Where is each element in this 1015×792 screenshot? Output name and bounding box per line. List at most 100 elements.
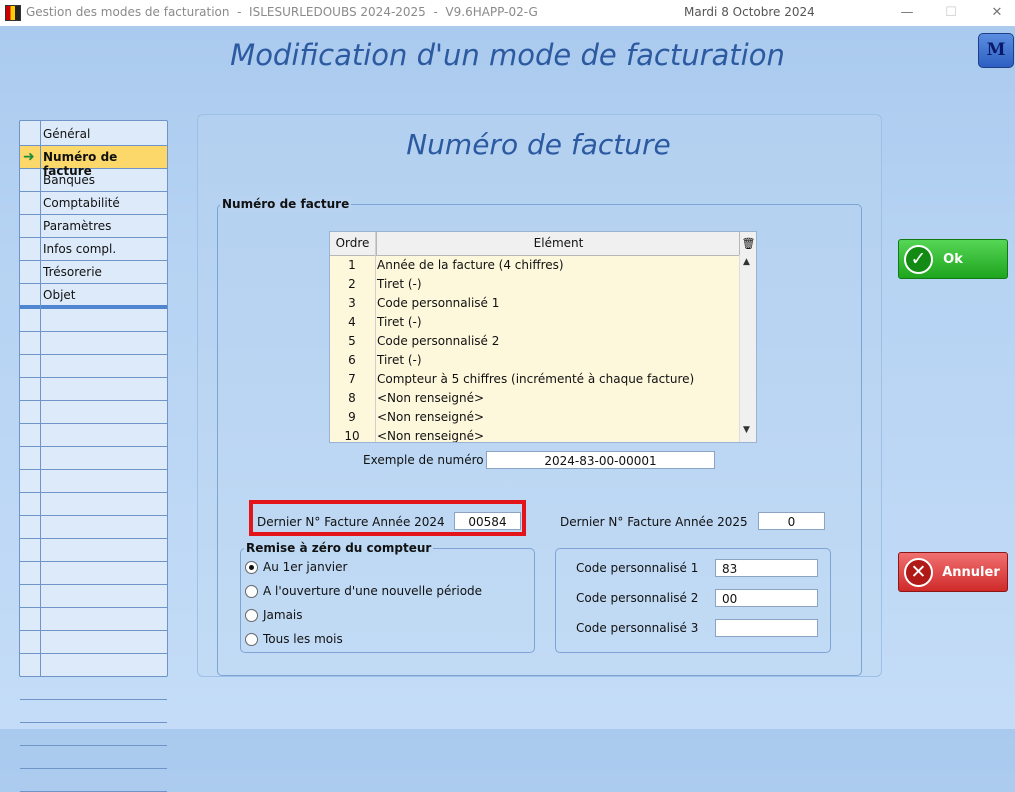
- code2-label: Code personnalisé 2: [576, 591, 699, 605]
- trash-icon[interactable]: 🗑: [739, 232, 756, 256]
- sidebar-item-label: Comptabilité: [43, 196, 120, 210]
- m-logo-badge[interactable]: M: [978, 33, 1014, 68]
- row-element: Année de la facture (4 chiffres): [377, 258, 564, 272]
- radio-nouvelle-periode[interactable]: [245, 585, 258, 598]
- sidebar-empty-row: [20, 516, 167, 539]
- sidebar: Général ➜ Numéro de facture Banques Comp…: [19, 120, 168, 792]
- sidebar-empty-row: [20, 700, 167, 723]
- maximize-button[interactable]: ☐: [938, 3, 964, 23]
- sidebar-empty-row: [20, 608, 167, 631]
- sidebar-empty-row: [20, 677, 167, 700]
- sidebar-empty-row: [20, 332, 167, 355]
- row-ordre: 6: [348, 353, 356, 367]
- column-header-element[interactable]: Elément: [376, 232, 740, 256]
- row-ordre: 7: [348, 372, 356, 386]
- scroll-up-icon[interactable]: ▲: [743, 257, 750, 267]
- ok-button[interactable]: ✓ Ok: [898, 239, 1008, 279]
- row-element: Tiret (-): [377, 315, 422, 329]
- sidebar-empty-row: [20, 654, 167, 677]
- example-field: 2024-83-00-00001: [486, 451, 715, 469]
- row-element: Compteur à 5 chiffres (incrémenté à chaq…: [377, 372, 695, 386]
- sidebar-item-objet[interactable]: Objet: [20, 284, 167, 307]
- sidebar-empty-row: [20, 723, 167, 746]
- window-title: Gestion des modes de facturation - ISLES…: [26, 5, 538, 19]
- code1-field[interactable]: 83: [715, 559, 818, 577]
- sidebar-empty-row: [20, 424, 167, 447]
- page-title: Modification d'un mode de facturation: [230, 38, 785, 72]
- radio-label[interactable]: Au 1er janvier: [263, 560, 347, 574]
- code2-field[interactable]: 00: [715, 589, 818, 607]
- sidebar-empty-row: [20, 585, 167, 608]
- sidebar-item-parametres[interactable]: Paramètres: [20, 215, 167, 238]
- row-element: Tiret (-): [377, 277, 422, 291]
- sidebar-item-label: Banques: [43, 173, 96, 187]
- last-invoice-2024-label: Dernier N° Facture Année 2024: [257, 515, 445, 529]
- sidebar-empty-row: [20, 769, 167, 792]
- radio-tous-les-mois[interactable]: [245, 633, 258, 646]
- sidebar-item-label: Trésorerie: [43, 265, 102, 279]
- sidebar-item-comptabilite[interactable]: Comptabilité: [20, 192, 167, 215]
- row-ordre: 2: [348, 277, 356, 291]
- radio-label[interactable]: Tous les mois: [263, 632, 343, 646]
- sidebar-empty-row: [20, 562, 167, 585]
- sidebar-empty-row: [20, 401, 167, 424]
- row-element: Code personnalisé 2: [377, 334, 500, 348]
- app-icon: [5, 5, 21, 21]
- row-element: Tiret (-): [377, 353, 422, 367]
- row-element: <Non renseigné>: [377, 429, 485, 443]
- window-titlebar: Gestion des modes de facturation - ISLES…: [0, 0, 1015, 26]
- group-title: Numéro de facture: [220, 197, 352, 211]
- last-invoice-2025-field[interactable]: 0: [758, 512, 825, 530]
- table-row[interactable]: 9 <Non renseigné>: [330, 408, 739, 428]
- sidebar-empty-row: [20, 539, 167, 562]
- sidebar-item-infos-compl[interactable]: Infos compl.: [20, 238, 167, 261]
- table-row[interactable]: 6 Tiret (-): [330, 351, 739, 371]
- radio-jamais[interactable]: [245, 609, 258, 622]
- table-row[interactable]: 1 Année de la facture (4 chiffres): [330, 256, 739, 276]
- radio-label[interactable]: A l'ouverture d'une nouvelle période: [263, 584, 482, 598]
- row-element: Code personnalisé 1: [377, 296, 500, 310]
- sidebar-item-banques[interactable]: Banques: [20, 169, 167, 192]
- row-element: <Non renseigné>: [377, 410, 485, 424]
- sidebar-item-tresorerie[interactable]: Trésorerie: [20, 261, 167, 284]
- cancel-button[interactable]: ✕ Annuler: [898, 552, 1008, 592]
- row-ordre: 10: [344, 429, 360, 443]
- code1-label: Code personnalisé 1: [576, 561, 699, 575]
- reset-group-title: Remise à zéro du compteur: [244, 541, 434, 555]
- column-header-ordre[interactable]: Ordre: [330, 232, 375, 256]
- cancel-button-label: Annuler: [942, 565, 1000, 580]
- table-row[interactable]: 4 Tiret (-): [330, 313, 739, 333]
- sidebar-empty-row: [20, 470, 167, 493]
- sidebar-empty-row: [20, 378, 167, 401]
- sidebar-empty-row: [20, 746, 167, 769]
- code3-label: Code personnalisé 3: [576, 621, 699, 635]
- table-row[interactable]: 8 <Non renseigné>: [330, 389, 739, 409]
- table-row[interactable]: 10 <Non renseigné>: [330, 427, 739, 443]
- code3-field[interactable]: [715, 619, 818, 637]
- sidebar-item-label: Objet: [43, 288, 76, 302]
- sidebar-empty-row: [20, 493, 167, 516]
- last-invoice-2024-field[interactable]: 00584: [454, 512, 521, 530]
- element-table[interactable]: Ordre Elément 🗑 1 Année de la facture (4 …: [329, 231, 757, 443]
- table-row[interactable]: 7 Compteur à 5 chiffres (incrémenté à cha…: [330, 370, 739, 390]
- example-label: Exemple de numéro: [363, 453, 484, 467]
- ok-button-label: Ok: [943, 252, 963, 267]
- sidebar-empty-row: [20, 447, 167, 470]
- panel-title: Numéro de facture: [406, 128, 671, 161]
- table-row[interactable]: 2 Tiret (-): [330, 275, 739, 295]
- radio-au-1er-janvier[interactable]: [245, 561, 258, 574]
- table-row[interactable]: 5 Code personnalisé 2: [330, 332, 739, 352]
- sidebar-empty-row: [20, 631, 167, 654]
- table-scrollbar[interactable]: ▲ ▼: [739, 255, 756, 442]
- table-row[interactable]: 3 Code personnalisé 1: [330, 294, 739, 314]
- radio-label[interactable]: Jamais: [263, 608, 303, 622]
- sidebar-item-label: Infos compl.: [43, 242, 117, 256]
- last-invoice-2025-label: Dernier N° Facture Année 2025: [560, 515, 748, 529]
- scroll-down-icon[interactable]: ▼: [743, 425, 750, 435]
- window-date: Mardi 8 Octobre 2024: [684, 5, 815, 19]
- row-ordre: 4: [348, 315, 356, 329]
- minimize-button[interactable]: —: [894, 3, 920, 23]
- row-ordre: 9: [348, 410, 356, 424]
- row-ordre: 1: [348, 258, 356, 272]
- close-button[interactable]: ✕: [984, 3, 1010, 23]
